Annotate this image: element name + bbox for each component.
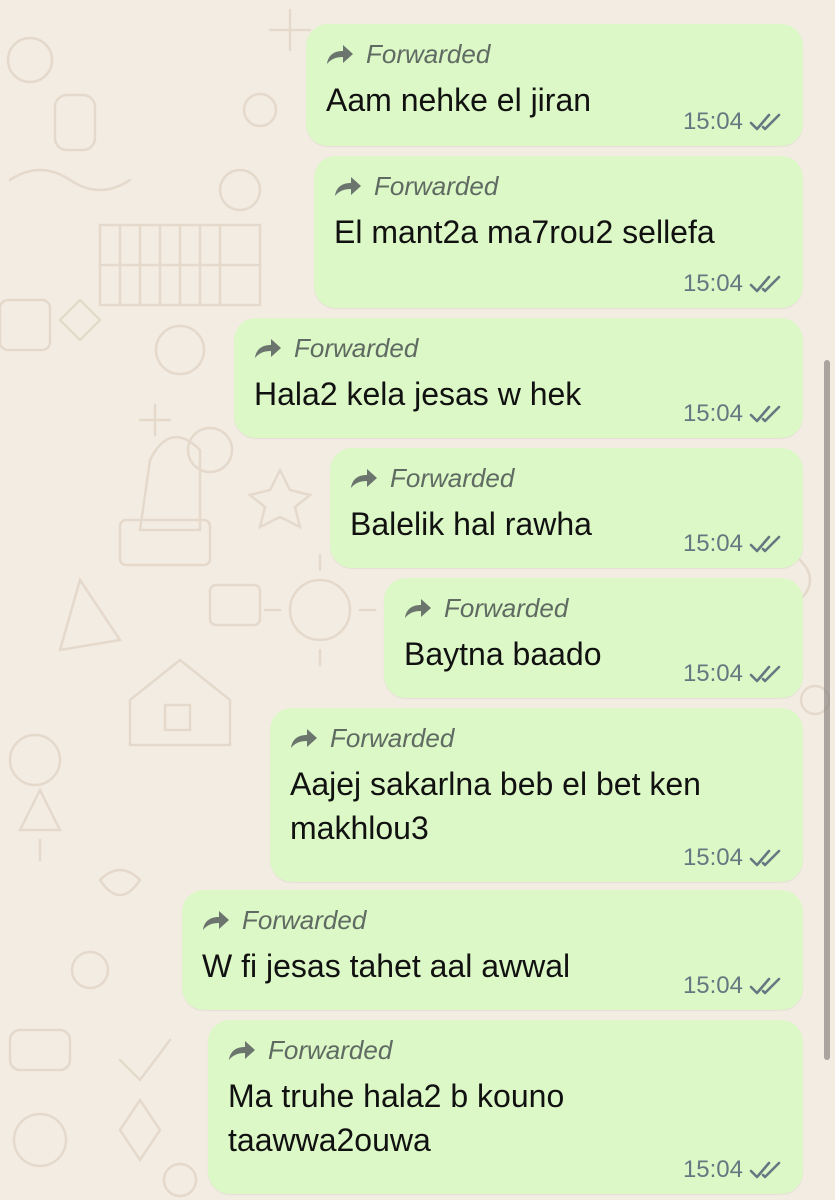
message-time: 15:04 bbox=[682, 270, 743, 297]
forwarded-indicator: Forwarded bbox=[254, 332, 781, 364]
message-meta: 15:04 bbox=[683, 108, 783, 136]
message-meta: 15:04 bbox=[683, 1156, 783, 1184]
forwarded-label: Forwarded bbox=[294, 332, 419, 363]
message-meta: 15:04 bbox=[683, 844, 783, 872]
message-text: El mant2a ma7rou2 sellefa bbox=[334, 214, 715, 250]
forward-arrow-icon bbox=[405, 599, 431, 618]
forwarded-indicator: Forwarded bbox=[228, 1034, 781, 1066]
message-time: 15:04 bbox=[682, 1156, 743, 1183]
message-bubble[interactable]: Forwarded Aam nehke el jiran 15:04 bbox=[306, 24, 803, 146]
forwarded-label: Forwarded bbox=[390, 462, 515, 493]
message-time: 15:04 bbox=[682, 660, 743, 687]
message-bubble[interactable]: Forwarded Baytna baado 15:04 bbox=[384, 578, 803, 698]
message-bubble[interactable]: Forwarded El mant2a ma7rou2 sellefa 15:0… bbox=[314, 156, 803, 308]
forwarded-indicator: Forwarded bbox=[202, 904, 781, 936]
message-bubble[interactable]: Forwarded Ma truhe hala2 b kouno taawwa2… bbox=[208, 1020, 803, 1194]
message-time: 15:04 bbox=[682, 844, 743, 871]
message-meta: 15:04 bbox=[683, 530, 783, 558]
forward-arrow-icon bbox=[229, 1041, 255, 1060]
forward-arrow-icon bbox=[291, 729, 317, 748]
read-ticks-icon bbox=[749, 535, 781, 553]
forwarded-label: Forwarded bbox=[374, 170, 499, 201]
forwarded-label: Forwarded bbox=[330, 722, 455, 753]
forwarded-indicator: Forwarded bbox=[334, 170, 781, 202]
forward-arrow-icon bbox=[351, 469, 377, 488]
read-ticks-icon bbox=[749, 849, 781, 867]
message-bubble[interactable]: Forwarded Hala2 kela jesas w hek 15:04 bbox=[234, 318, 803, 438]
message-time: 15:04 bbox=[682, 400, 743, 427]
forwarded-label: Forwarded bbox=[268, 1034, 393, 1065]
forward-arrow-icon bbox=[335, 177, 361, 196]
scrollbar[interactable] bbox=[824, 360, 830, 1060]
message-bubble[interactable]: Forwarded Balelik hal rawha 15:04 bbox=[330, 448, 803, 568]
message-text: Aajej sakarlna beb el bet ken makhlou3 bbox=[290, 766, 701, 846]
forwarded-indicator: Forwarded bbox=[326, 38, 781, 70]
forwarded-label: Forwarded bbox=[366, 38, 491, 69]
message-meta: 15:04 bbox=[683, 270, 783, 298]
read-ticks-icon bbox=[749, 1161, 781, 1179]
message-time: 15:04 bbox=[682, 530, 743, 557]
message-time: 15:04 bbox=[682, 108, 743, 135]
message-meta: 15:04 bbox=[683, 660, 783, 688]
message-text: Ma truhe hala2 b kouno taawwa2ouwa bbox=[228, 1078, 565, 1158]
read-ticks-icon bbox=[749, 275, 781, 293]
forwarded-label: Forwarded bbox=[242, 904, 367, 935]
message-bubble[interactable]: Forwarded W fi jesas tahet aal awwal 15:… bbox=[182, 890, 803, 1010]
forward-arrow-icon bbox=[203, 911, 229, 930]
read-ticks-icon bbox=[749, 405, 781, 423]
message-time: 15:04 bbox=[682, 972, 743, 999]
read-ticks-icon bbox=[749, 977, 781, 995]
forward-arrow-icon bbox=[255, 339, 281, 358]
message-meta: 15:04 bbox=[683, 972, 783, 1000]
forwarded-indicator: Forwarded bbox=[350, 462, 781, 494]
read-ticks-icon bbox=[749, 113, 781, 131]
message-bubble[interactable]: Forwarded Aajej sakarlna beb el bet ken … bbox=[270, 708, 803, 882]
message-meta: 15:04 bbox=[683, 400, 783, 428]
forwarded-indicator: Forwarded bbox=[404, 592, 781, 624]
forwarded-indicator: Forwarded bbox=[290, 722, 781, 754]
read-ticks-icon bbox=[749, 665, 781, 683]
forwarded-label: Forwarded bbox=[444, 592, 569, 623]
forward-arrow-icon bbox=[327, 45, 353, 64]
